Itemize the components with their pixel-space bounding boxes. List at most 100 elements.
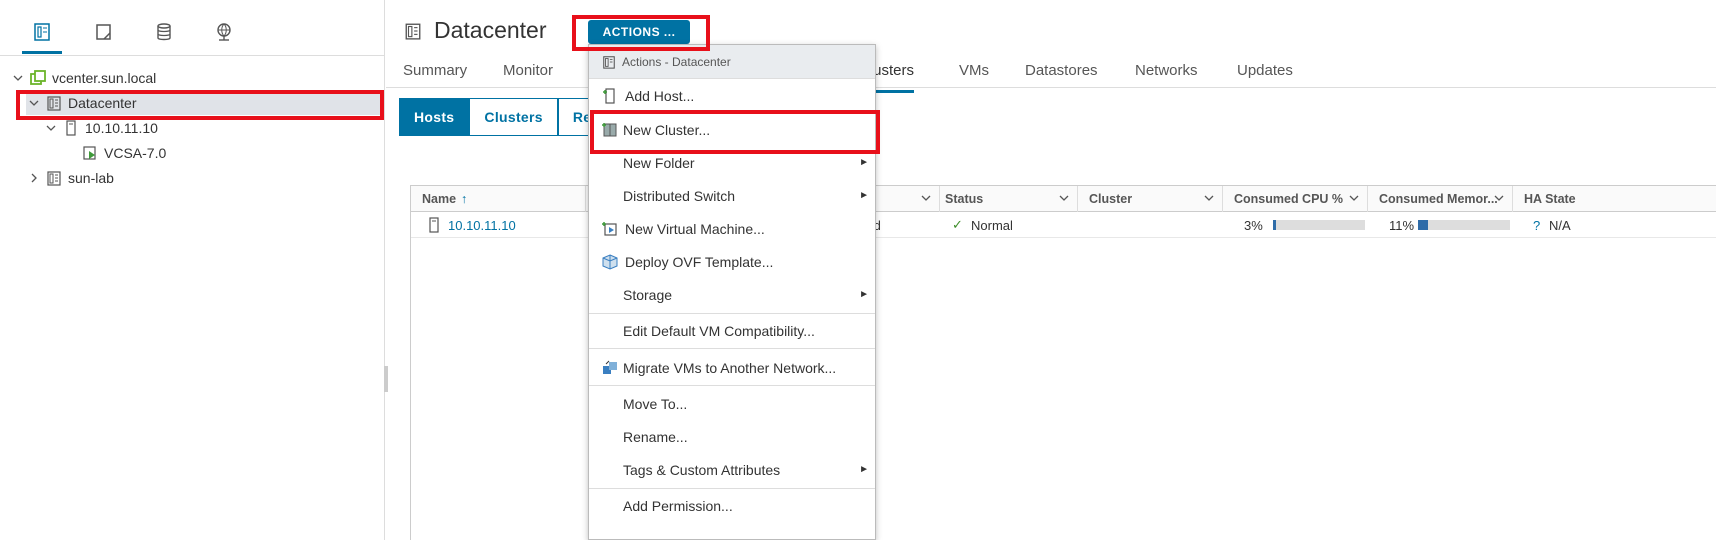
- column-status[interactable]: Status: [934, 186, 1078, 212]
- menu-item-label: Deploy OVF Template...: [625, 254, 774, 270]
- menu-separator: [589, 348, 875, 349]
- tree-item-datacenter[interactable]: Datacenter: [26, 91, 382, 115]
- column-ha-state[interactable]: HA State: [1513, 186, 1713, 212]
- tree-item-vm[interactable]: VCSA-7.0: [78, 141, 166, 165]
- menu-item-label: Tags & Custom Attributes: [623, 462, 781, 478]
- submenu-arrow-icon: ►: [859, 190, 869, 201]
- menu-item-new-cluster[interactable]: New Cluster...: [589, 115, 875, 145]
- menu-header: Actions - Datacenter: [589, 45, 875, 79]
- migrate-icon: [603, 360, 617, 374]
- menu-item-rename[interactable]: Rename...: [589, 422, 875, 452]
- host-name-link[interactable]: 10.10.11.10: [448, 212, 516, 238]
- chevron-right-icon[interactable]: [26, 170, 42, 186]
- menu-item-tags-attributes[interactable]: Tags & Custom Attributes ►: [589, 455, 875, 485]
- menu-item-storage[interactable]: Storage ►: [589, 280, 875, 310]
- view-toggle: Hosts Clusters Re: [399, 98, 607, 136]
- menu-item-label: New Folder: [623, 155, 695, 171]
- chevron-down-icon[interactable]: [1494, 194, 1504, 202]
- menu-item-add-host[interactable]: Add Host...: [589, 81, 875, 111]
- menu-separator: [589, 385, 875, 386]
- menu-item-label: Storage: [623, 287, 673, 303]
- segment-clusters[interactable]: Clusters: [469, 98, 558, 136]
- tree-label-vm: VCSA-7.0: [104, 145, 167, 161]
- menu-item-new-vm[interactable]: New Virtual Machine...: [589, 214, 875, 244]
- host-status: Normal: [971, 217, 1013, 233]
- datacenter-icon: [45, 94, 63, 112]
- menu-item-deploy-ovf[interactable]: Deploy OVF Template...: [589, 247, 875, 277]
- menu-item-label: New Virtual Machine...: [625, 221, 765, 237]
- menu-item-edit-vm-compat[interactable]: Edit Default VM Compatibility...: [589, 316, 875, 346]
- tree-label-vcenter: vcenter.sun.local: [52, 70, 157, 86]
- chevron-down-icon[interactable]: [1059, 194, 1069, 202]
- tab-monitor[interactable]: Monitor: [503, 62, 553, 86]
- memory-bar: [1410, 212, 1510, 238]
- column-cpu[interactable]: Consumed CPU %: [1223, 186, 1368, 212]
- column-cluster-label: Cluster: [1089, 192, 1133, 206]
- tab-vms[interactable]: VMs: [959, 62, 989, 86]
- segment-hosts[interactable]: Hosts: [399, 98, 470, 136]
- menu-item-label: Migrate VMs to Another Network...: [623, 360, 837, 376]
- ovf-icon: [602, 254, 618, 270]
- tree-item-host[interactable]: 10.10.11.10: [43, 116, 158, 140]
- menu-item-label: Distributed Switch: [623, 188, 736, 204]
- chevron-down-icon[interactable]: [921, 194, 931, 202]
- column-name-label: Name: [422, 192, 457, 206]
- menu-header-label: Actions - Datacenter: [622, 54, 731, 69]
- cpu-value: 3%: [1244, 217, 1263, 233]
- menu-item-migrate-vms[interactable]: Migrate VMs to Another Network...: [589, 353, 875, 383]
- tab-datastores[interactable]: Datastores: [1025, 62, 1098, 86]
- column-memory[interactable]: Consumed Memor...: [1368, 186, 1513, 212]
- hosts-clusters-icon[interactable]: [22, 20, 62, 54]
- column-cluster[interactable]: Cluster: [1078, 186, 1223, 212]
- main-content: Datacenter ACTIONS ... Summary Monitor C…: [386, 0, 1716, 540]
- networking-icon[interactable]: [212, 20, 236, 44]
- submenu-arrow-icon: ►: [859, 289, 869, 300]
- menu-item-label: Move To...: [623, 396, 688, 412]
- tree-item-sun-lab[interactable]: sun-lab: [26, 166, 114, 190]
- tab-networks[interactable]: Networks: [1135, 62, 1198, 86]
- chevron-down-icon[interactable]: [10, 70, 26, 86]
- tab-summary[interactable]: Summary: [403, 62, 467, 86]
- question-icon: ?: [1533, 217, 1541, 233]
- column-ha-label: HA State: [1524, 192, 1576, 206]
- cpu-bar: [1265, 212, 1365, 238]
- check-icon: ✓: [952, 217, 963, 232]
- storage-icon[interactable]: [152, 20, 176, 44]
- tree-label-datacenter: Datacenter: [68, 95, 137, 111]
- vm-icon: [81, 144, 99, 162]
- submenu-arrow-icon: ►: [859, 157, 869, 168]
- chevron-down-icon[interactable]: [43, 120, 59, 136]
- tree-item-vcenter[interactable]: vcenter.sun.local: [10, 66, 156, 90]
- menu-item-new-folder[interactable]: New Folder ►: [589, 148, 875, 178]
- menu-item-add-permission[interactable]: Add Permission...: [589, 491, 875, 521]
- column-name[interactable]: Name ↑: [411, 186, 586, 212]
- memory-bar-fill: [1418, 220, 1429, 230]
- host-icon: [427, 212, 441, 238]
- menu-item-move-to[interactable]: Move To...: [589, 389, 875, 419]
- datacenter-icon: [404, 22, 422, 45]
- chevron-down-icon[interactable]: [1204, 194, 1214, 202]
- tab-updates[interactable]: Updates: [1237, 62, 1293, 86]
- vms-templates-icon[interactable]: [92, 20, 116, 44]
- datacenter-icon: [45, 169, 63, 187]
- sort-ascending-icon: ↑: [461, 192, 468, 206]
- page-title: Datacenter: [434, 17, 547, 43]
- add-host-icon: [603, 88, 615, 104]
- datacenter-icon: [603, 55, 615, 69]
- menu-item-label: Edit Default VM Compatibility...: [623, 323, 815, 339]
- ha-state-value: N/A: [1549, 217, 1571, 233]
- menu-item-distributed-switch[interactable]: Distributed Switch ►: [589, 181, 875, 211]
- tree-label-sun-lab: sun-lab: [68, 170, 114, 186]
- object-tabs: Summary Monitor Clusters VMs Datastores …: [386, 56, 1716, 93]
- chevron-down-icon[interactable]: [1349, 194, 1359, 202]
- cpu-bar-fill: [1273, 220, 1276, 230]
- actions-button[interactable]: ACTIONS ...: [588, 20, 690, 44]
- new-vm-icon: [602, 222, 617, 236]
- tab-clusters[interactable]: Clusters: [859, 62, 914, 93]
- menu-item-label: Add Host...: [625, 88, 695, 104]
- actions-menu: Actions - Datacenter Add Host... New Clu…: [588, 44, 876, 540]
- column-status-label: Status: [945, 192, 984, 206]
- chevron-down-icon[interactable]: [26, 95, 42, 111]
- tree-label-host: 10.10.11.10: [85, 120, 158, 136]
- navigator-panel: vcenter.sun.local Datacenter 10.10.11.10…: [0, 0, 385, 540]
